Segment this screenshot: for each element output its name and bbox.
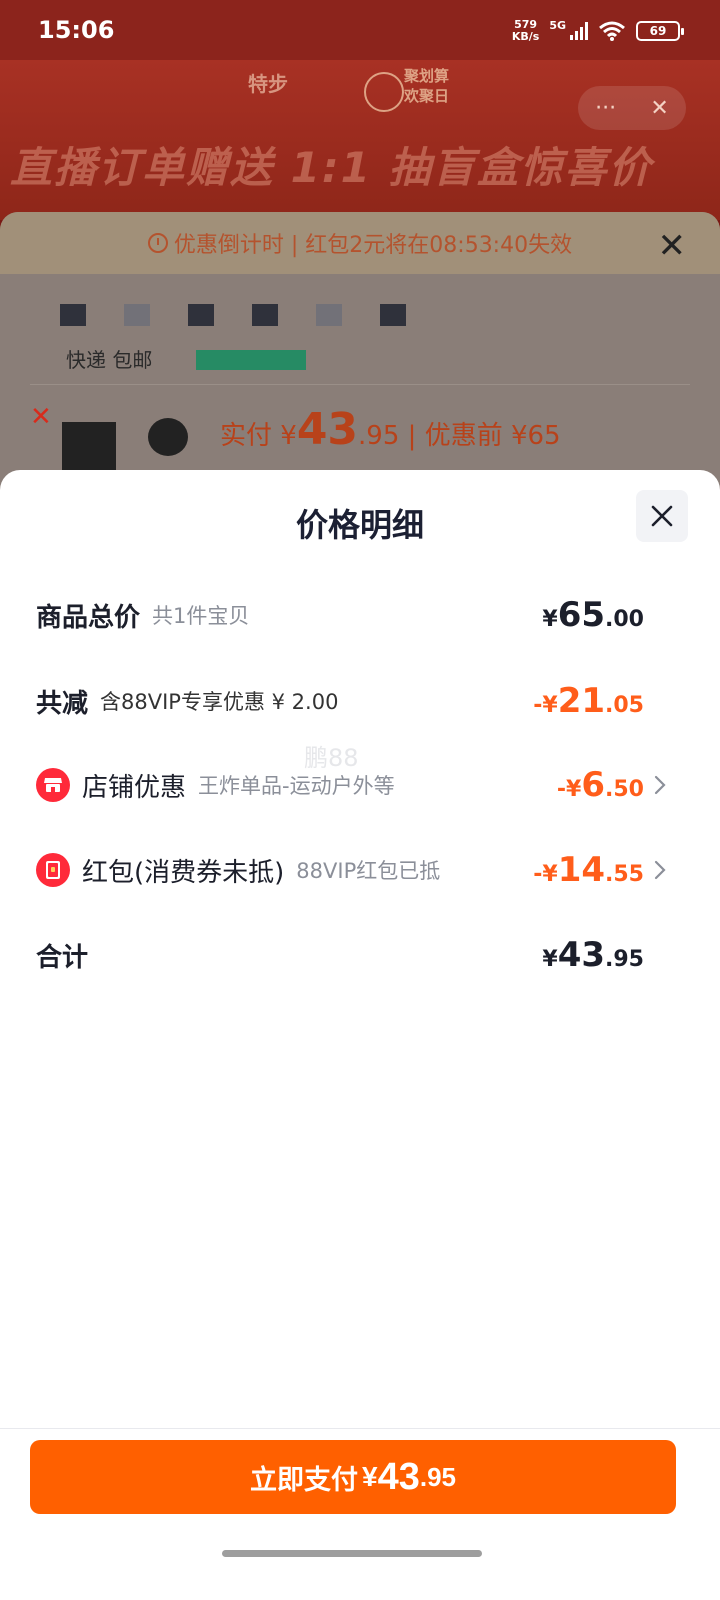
close-icon[interactable] — [650, 504, 674, 528]
brand-logo: 特步 — [248, 68, 288, 97]
background-live-banner: 特步 聚划算 欢聚日 ··· ✕ 直播订单赠送 1:1 抽盲盒惊喜价 — [0, 60, 720, 220]
divider — [30, 384, 690, 385]
red-packet-desc: 88VIP红包已抵 — [296, 859, 441, 883]
amount-int: 14 — [557, 850, 606, 890]
footer-divider — [0, 1428, 720, 1429]
vip-discount-note: 含88VIP专享优惠 ¥ 2.00 — [100, 690, 339, 714]
subtotal-row: 商品总价 共1件宝贝 ¥65.00 — [36, 590, 684, 640]
mini-program-capsule[interactable]: ··· ✕ — [578, 86, 686, 130]
total-discount-amount: -¥21.05 — [533, 681, 644, 721]
chevron-right-icon[interactable] — [654, 860, 666, 880]
red-packet-amount: -¥14.55 — [533, 850, 644, 890]
subtotal-amount: ¥65.00 — [542, 595, 644, 635]
banner-slogan: 直播订单赠送 1:1 抽盲盒惊喜价 — [10, 143, 653, 192]
network-speed-unit: KB/s — [511, 30, 540, 43]
amount-dec: .05 — [605, 693, 644, 718]
battery-level: 69 — [649, 24, 667, 38]
currency: -¥ — [533, 862, 558, 887]
gift-cap-image — [148, 418, 188, 456]
price-detail-sheet: 价格明细 鹏88 商品总价 共1件宝贝 ¥65.00 共减 含88VIP专享优惠… — [0, 470, 720, 1600]
store-discount-row[interactable]: 店铺优惠 王炸单品-运动户外等 -¥6.50 — [36, 760, 684, 810]
pay-now-int: 43 — [377, 1455, 420, 1498]
more-icon[interactable]: ··· — [595, 96, 616, 121]
amount-int: 21 — [557, 681, 606, 721]
total-row: 合计 ¥43.95 — [36, 930, 684, 980]
currency: -¥ — [556, 777, 582, 802]
pay-now-currency: ¥ — [361, 1461, 378, 1492]
amount-dec: .55 — [605, 862, 644, 887]
total-label: 合计 — [36, 942, 89, 973]
countdown-bar: 优惠倒计时 | 红包2元将在08:53:40失效 — [0, 212, 720, 274]
background-price: 实付 ¥43.95 | 优惠前 ¥65 — [220, 404, 561, 455]
price-int: 43 — [296, 404, 359, 455]
subtotal-label: 商品总价 — [36, 602, 141, 633]
background-order-sheet: 优惠倒计时 | 红包2元将在08:53:40失效 ✕ 快递 包邮 ✕ 实付 ¥4… — [0, 212, 720, 512]
pay-now-dec: .95 — [419, 1461, 456, 1492]
red-packet-label: 红包(消费券未抵) — [82, 857, 285, 888]
shipping-info: 快递 包邮 — [66, 348, 153, 372]
pay-now-label: 立即支付 — [249, 1464, 358, 1495]
red-packet-row[interactable]: 红包(消费券未抵) 88VIP红包已抵 -¥14.55 — [36, 845, 684, 895]
wifi-icon — [599, 21, 625, 41]
currency: ¥ — [542, 947, 558, 972]
signal-icon — [570, 22, 588, 40]
chevron-right-icon[interactable] — [654, 775, 666, 795]
blurred-address — [60, 304, 406, 326]
status-time: 15:06 — [38, 16, 115, 44]
price-label: 实付 ¥ — [220, 421, 297, 451]
store-discount-label: 店铺优惠 — [82, 772, 187, 803]
subtotal-count: 共1件宝贝 — [152, 604, 250, 628]
total-amount: ¥43.95 — [542, 935, 644, 975]
price-dec: .95 — [358, 421, 400, 451]
total-discount-row: 共减 含88VIP专享优惠 ¥ 2.00 -¥21.05 — [36, 676, 684, 726]
pay-now-button[interactable]: 立即支付 ¥ 43 .95 — [30, 1440, 676, 1514]
battery-icon: 69 — [636, 21, 684, 41]
festival-line-2: 欢聚日 — [404, 87, 450, 105]
festival-line-1: 聚划算 — [404, 67, 450, 85]
total-discount-label: 共减 — [36, 688, 89, 719]
network-type: 5G — [549, 18, 566, 32]
festival-logo: 聚划算 欢聚日 — [360, 66, 468, 116]
network-speed: 579 KB/s — [512, 19, 539, 43]
close-button[interactable] — [636, 490, 688, 542]
amount-int: 6 — [581, 765, 606, 805]
price-before: | 优惠前 ¥65 — [407, 421, 561, 451]
store-discount-desc: 王炸单品-运动户外等 — [198, 774, 395, 798]
order-sheet-close-icon[interactable]: ✕ — [658, 226, 687, 266]
close-icon[interactable]: ✕ — [650, 96, 668, 121]
amount-dec: .00 — [605, 607, 644, 632]
status-icons: 579 KB/s 5G 69 — [512, 14, 684, 48]
sheet-title: 价格明细 — [295, 506, 424, 544]
blurred-delivery-tag — [196, 350, 306, 370]
amount-dec: .95 — [605, 947, 644, 972]
brand-logo-text: 特步 — [248, 72, 288, 96]
red-packet-icon — [36, 853, 70, 887]
countdown-text: 优惠倒计时 | 红包2元将在08:53:40失效 — [173, 233, 573, 258]
store-icon — [36, 768, 70, 802]
currency: ¥ — [542, 607, 558, 632]
store-discount-amount: -¥6.50 — [557, 765, 644, 805]
currency: -¥ — [533, 693, 558, 718]
amount-int: 65 — [557, 595, 606, 635]
clock-icon — [147, 233, 168, 253]
status-bar: 15:06 579 KB/s 5G 69 — [0, 0, 720, 60]
home-indicator[interactable] — [222, 1550, 482, 1557]
amount-int: 43 — [557, 935, 606, 975]
amount-dec: .50 — [605, 777, 644, 802]
